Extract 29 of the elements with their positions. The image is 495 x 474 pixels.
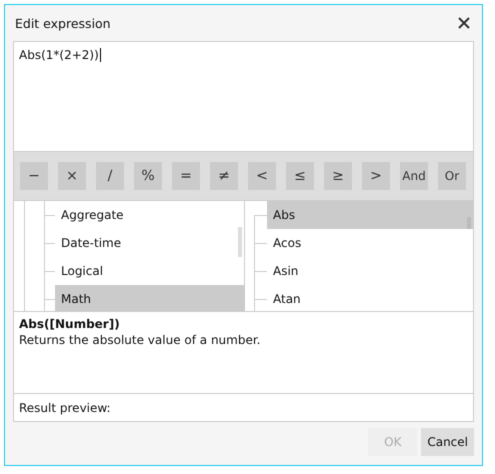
operator-button[interactable]: > <box>362 162 390 190</box>
operator-button[interactable]: % <box>134 162 162 190</box>
operator-button[interactable]: = <box>172 162 200 190</box>
operator-button[interactable]: Or <box>438 162 466 190</box>
operator-button[interactable]: ≠ <box>210 162 238 190</box>
scrollbar-thumb[interactable] <box>238 227 242 257</box>
category-item[interactable]: Logical <box>55 257 244 285</box>
operator-button[interactable]: And <box>400 162 428 190</box>
close-icon[interactable] <box>458 17 470 29</box>
function-description: Returns the absolute value of a number. <box>19 332 262 348</box>
function-signature: Abs([Number]) <box>19 316 121 332</box>
operator-button[interactable]: ≥ <box>324 162 352 190</box>
dialog-button[interactable]: Cancel <box>421 428 474 456</box>
operator-button[interactable]: < <box>248 162 276 190</box>
window-title: Edit expression <box>15 16 111 30</box>
function-item[interactable]: Atan <box>267 285 473 311</box>
category-item[interactable]: Math <box>55 285 244 311</box>
operator-button[interactable]: × <box>58 162 86 190</box>
function-item[interactable]: Asin <box>267 257 473 285</box>
text-caret <box>100 48 101 62</box>
result-preview-label: Result preview: <box>19 400 111 414</box>
function-item[interactable]: Abs <box>267 201 473 229</box>
operator-button[interactable]: ≤ <box>286 162 314 190</box>
category-item[interactable]: Date-time <box>55 229 244 257</box>
operator-button[interactable]: − <box>20 162 48 190</box>
function-item[interactable]: Acos <box>267 229 473 257</box>
category-item[interactable]: Aggregate <box>55 201 244 229</box>
operator-button[interactable]: / <box>96 162 124 190</box>
expression-text: Abs(1*(2+2)) <box>19 48 99 62</box>
